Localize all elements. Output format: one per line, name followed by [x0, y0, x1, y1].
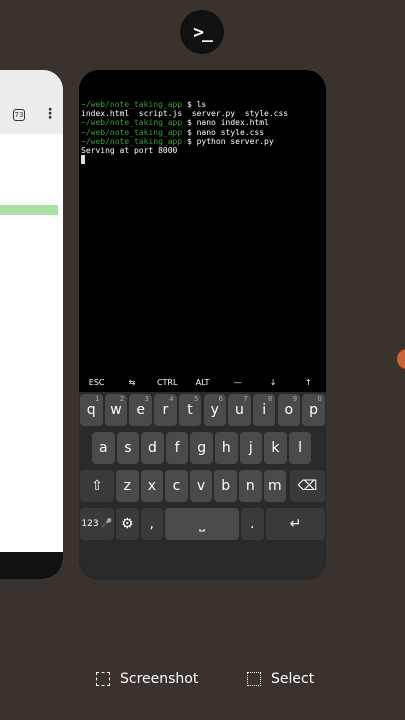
prompt-path: ~/web/note_taking_app	[81, 100, 183, 109]
extra-key[interactable]: ⇆	[114, 372, 149, 392]
key-d[interactable]: d	[141, 432, 164, 464]
recent-app-card-terminal[interactable]: ~/web/note_taking_app $ ls index.html scr…	[79, 70, 326, 580]
key-x[interactable]: x	[140, 470, 164, 502]
key-w[interactable]: w2	[104, 394, 128, 426]
crop-icon	[96, 672, 110, 686]
key-k[interactable]: k	[264, 432, 287, 464]
key-l[interactable]: l	[288, 432, 312, 464]
command-text: $ python server.py	[182, 136, 274, 146]
recent-app-card-edge[interactable]	[397, 349, 405, 369]
extra-key[interactable]: ESC	[79, 372, 114, 392]
recent-app-card-browser[interactable]: 73 ⋮	[0, 70, 63, 579]
comma-key[interactable]: ,	[140, 508, 163, 540]
terminal-line: Serving at port 8000	[81, 146, 178, 156]
soft-keyboard: q1w2e3r4t5y6u7i8o9p0 asdfghjkl ⇧ z x c v b n m ⌫…	[79, 392, 326, 580]
key-e[interactable]: e3	[129, 394, 152, 426]
numbers-key[interactable]: 123 🎤	[80, 508, 114, 540]
tab-count-icon[interactable]: 73	[13, 109, 25, 121]
key-h[interactable]: h	[215, 432, 238, 464]
extra-keys-row: ESC ⇆ CTRL ALT — ↓ ↑	[79, 372, 326, 392]
browser-toolbar	[0, 70, 63, 134]
extra-key[interactable]: CTRL	[150, 372, 185, 392]
key-t[interactable]: t5	[178, 394, 202, 426]
key-p[interactable]: p0	[302, 394, 325, 426]
select-icon	[247, 672, 261, 686]
prompt-path: ~/web/note_taking_app	[81, 127, 183, 137]
terminal-output: ~/web/note_taking_app $ ls index.html scr…	[79, 70, 326, 165]
shift-key[interactable]: ⇧	[80, 470, 114, 502]
prompt-path: ~/web/note_taking_app	[81, 136, 183, 146]
extra-key[interactable]: —	[220, 372, 255, 392]
key-b[interactable]: b	[214, 470, 237, 502]
extra-key[interactable]: ↑	[291, 372, 326, 392]
key-a[interactable]: a	[92, 432, 115, 464]
key-g[interactable]: g	[190, 432, 213, 464]
key-m[interactable]: m	[263, 470, 287, 502]
extra-key[interactable]: ALT	[185, 372, 220, 392]
prompt-path: ~/web/note_taking_app	[81, 118, 183, 128]
key-c[interactable]: c	[165, 470, 188, 502]
key-z[interactable]: z	[116, 470, 139, 502]
key-r[interactable]: r4	[154, 394, 177, 426]
command-text: $ nano index.html	[182, 118, 269, 128]
terminal-line: ~/web/note_taking_app $ python server.py	[81, 137, 323, 146]
enter-key[interactable]: ↵	[266, 508, 325, 540]
select-button[interactable]: Select	[247, 666, 314, 692]
backspace-key[interactable]: ⌫	[290, 470, 325, 502]
key-s[interactable]: s	[116, 432, 140, 464]
key-u[interactable]: u7	[228, 394, 251, 426]
key-j[interactable]: j	[239, 432, 263, 464]
progress-bar	[0, 205, 58, 215]
terminal-line: ~/web/note_taking_app $ nano style.css	[81, 128, 323, 137]
browser-bottom-bar	[0, 552, 63, 579]
terminal-line: index.html script.js server.py style.css	[81, 109, 289, 119]
period-key[interactable]: .	[241, 508, 264, 540]
screenshot-label: Screenshot	[120, 671, 199, 687]
select-label: Select	[271, 671, 315, 687]
command-text: $ ls	[182, 100, 207, 109]
termux-app-icon[interactable]: >_	[180, 10, 224, 54]
terminal-cursor	[81, 155, 85, 165]
key-q[interactable]: q1	[80, 394, 103, 426]
screenshot-button[interactable]: Screenshot	[96, 666, 198, 692]
key-o[interactable]: o9	[277, 394, 301, 426]
command-text: $ nano style.css	[182, 127, 265, 137]
terminal-line: ~/web/note_taking_app $ ls	[81, 100, 323, 109]
key-y[interactable]: y6	[203, 394, 226, 426]
key-v[interactable]: v	[189, 470, 213, 502]
settings-key[interactable]: ⚙	[116, 508, 139, 540]
space-key[interactable]: ⎵	[165, 508, 239, 540]
terminal-line: ~/web/note_taking_app $ nano index.html	[81, 118, 323, 127]
key-i[interactable]: i8	[252, 394, 276, 426]
key-f[interactable]: f	[165, 432, 189, 464]
more-menu-icon[interactable]: ⋮	[43, 107, 57, 121]
key-n[interactable]: n	[239, 470, 262, 502]
extra-key[interactable]: ↓	[255, 372, 290, 392]
